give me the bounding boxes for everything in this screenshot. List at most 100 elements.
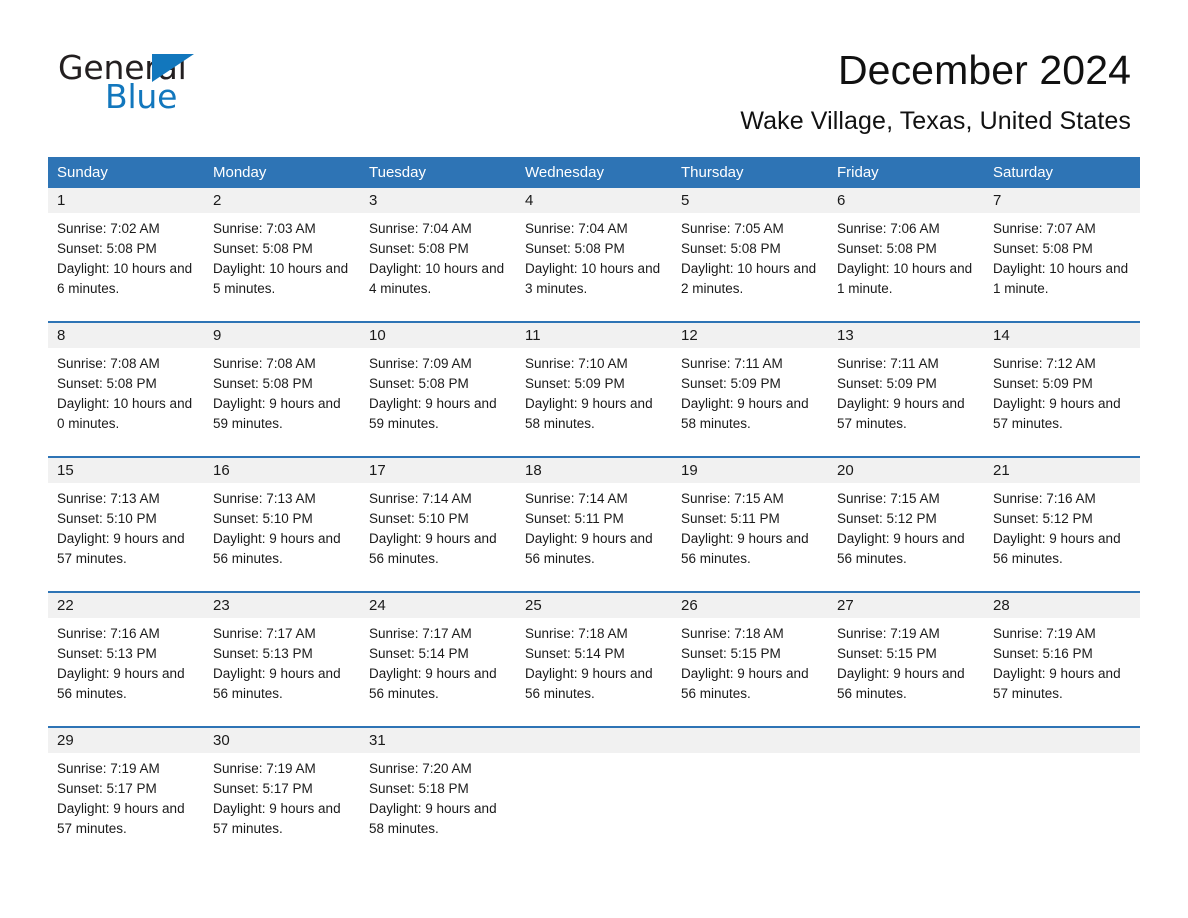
sunrise-text: Sunrise: 7:09 AM (369, 356, 472, 371)
day-cell[interactable]: 16 Sunrise: 7:13 AM Sunset: 5:10 PM Dayl… (204, 458, 360, 591)
day-details: Sunrise: 7:11 AM Sunset: 5:09 PM Dayligh… (672, 348, 828, 434)
day-number (672, 728, 828, 753)
day-cell[interactable]: 6 Sunrise: 7:06 AM Sunset: 5:08 PM Dayli… (828, 188, 984, 321)
sunrise-text: Sunrise: 7:19 AM (837, 626, 940, 641)
daylight-text: Daylight: 9 hours and 57 minutes. (993, 666, 1121, 701)
sunset-text: Sunset: 5:08 PM (213, 241, 313, 256)
daylight-text: Daylight: 9 hours and 58 minutes. (525, 396, 653, 431)
sunrise-text: Sunrise: 7:11 AM (837, 356, 939, 371)
day-cell[interactable]: 30 Sunrise: 7:19 AM Sunset: 5:17 PM Dayl… (204, 728, 360, 861)
day-number (516, 728, 672, 753)
sunset-text: Sunset: 5:11 PM (681, 511, 780, 526)
sunset-text: Sunset: 5:13 PM (57, 646, 157, 661)
day-cell[interactable]: 8 Sunrise: 7:08 AM Sunset: 5:08 PM Dayli… (48, 323, 204, 456)
day-cell[interactable]: 22 Sunrise: 7:16 AM Sunset: 5:13 PM Dayl… (48, 593, 204, 726)
sunrise-text: Sunrise: 7:18 AM (525, 626, 628, 641)
day-cell[interactable]: 27 Sunrise: 7:19 AM Sunset: 5:15 PM Dayl… (828, 593, 984, 726)
weekday-header-row: Sunday Monday Tuesday Wednesday Thursday… (48, 157, 1140, 188)
sunset-text: Sunset: 5:10 PM (57, 511, 157, 526)
daylight-text: Daylight: 9 hours and 56 minutes. (681, 531, 809, 566)
sunrise-text: Sunrise: 7:16 AM (993, 491, 1096, 506)
day-details: Sunrise: 7:14 AM Sunset: 5:10 PM Dayligh… (360, 483, 516, 569)
day-details: Sunrise: 7:12 AM Sunset: 5:09 PM Dayligh… (984, 348, 1140, 434)
title-block: December 2024 Wake Village, Texas, Unite… (740, 44, 1131, 136)
day-number: 20 (828, 458, 984, 483)
day-cell[interactable]: 1 Sunrise: 7:02 AM Sunset: 5:08 PM Dayli… (48, 188, 204, 321)
day-cell[interactable]: 5 Sunrise: 7:05 AM Sunset: 5:08 PM Dayli… (672, 188, 828, 321)
day-cell[interactable]: 9 Sunrise: 7:08 AM Sunset: 5:08 PM Dayli… (204, 323, 360, 456)
day-cell[interactable]: 7 Sunrise: 7:07 AM Sunset: 5:08 PM Dayli… (984, 188, 1140, 321)
sunrise-text: Sunrise: 7:04 AM (525, 221, 628, 236)
day-cell[interactable]: 31 Sunrise: 7:20 AM Sunset: 5:18 PM Dayl… (360, 728, 516, 861)
day-cell[interactable]: 12 Sunrise: 7:11 AM Sunset: 5:09 PM Dayl… (672, 323, 828, 456)
day-cell[interactable]: 24 Sunrise: 7:17 AM Sunset: 5:14 PM Dayl… (360, 593, 516, 726)
general-blue-logo[interactable]: General Blue (58, 48, 318, 120)
daylight-text: Daylight: 10 hours and 1 minute. (993, 261, 1129, 296)
daylight-text: Daylight: 10 hours and 2 minutes. (681, 261, 817, 296)
daylight-text: Daylight: 10 hours and 5 minutes. (213, 261, 349, 296)
day-number: 29 (48, 728, 204, 753)
day-cell[interactable]: 21 Sunrise: 7:16 AM Sunset: 5:12 PM Dayl… (984, 458, 1140, 591)
week-row: 8 Sunrise: 7:08 AM Sunset: 5:08 PM Dayli… (48, 321, 1140, 456)
daylight-text: Daylight: 9 hours and 58 minutes. (369, 801, 497, 836)
day-cell[interactable]: 25 Sunrise: 7:18 AM Sunset: 5:14 PM Dayl… (516, 593, 672, 726)
day-cell[interactable]: 17 Sunrise: 7:14 AM Sunset: 5:10 PM Dayl… (360, 458, 516, 591)
logo-word-blue: Blue (105, 77, 178, 116)
day-number: 14 (984, 323, 1140, 348)
sunset-text: Sunset: 5:11 PM (525, 511, 624, 526)
day-details: Sunrise: 7:19 AM Sunset: 5:16 PM Dayligh… (984, 618, 1140, 704)
page-title: December 2024 (837, 47, 1131, 93)
sunset-text: Sunset: 5:14 PM (369, 646, 469, 661)
day-number: 19 (672, 458, 828, 483)
day-number: 25 (516, 593, 672, 618)
sunrise-text: Sunrise: 7:12 AM (993, 356, 1096, 371)
page-subtitle: Wake Village, Texas, United States (740, 107, 1131, 135)
day-cell[interactable]: 23 Sunrise: 7:17 AM Sunset: 5:13 PM Dayl… (204, 593, 360, 726)
daylight-text: Daylight: 9 hours and 57 minutes. (57, 531, 185, 566)
sunrise-text: Sunrise: 7:16 AM (57, 626, 160, 641)
day-cell[interactable]: 20 Sunrise: 7:15 AM Sunset: 5:12 PM Dayl… (828, 458, 984, 591)
sunset-text: Sunset: 5:09 PM (837, 376, 937, 391)
day-cell[interactable]: 15 Sunrise: 7:13 AM Sunset: 5:10 PM Dayl… (48, 458, 204, 591)
sunrise-text: Sunrise: 7:20 AM (369, 761, 472, 776)
day-cell[interactable]: 28 Sunrise: 7:19 AM Sunset: 5:16 PM Dayl… (984, 593, 1140, 726)
day-cell[interactable]: 14 Sunrise: 7:12 AM Sunset: 5:09 PM Dayl… (984, 323, 1140, 456)
sunset-text: Sunset: 5:09 PM (525, 376, 625, 391)
weekday-header-saturday: Saturday (993, 164, 1054, 181)
day-cell[interactable]: 3 Sunrise: 7:04 AM Sunset: 5:08 PM Dayli… (360, 188, 516, 321)
sunset-text: Sunset: 5:10 PM (369, 511, 469, 526)
sunset-text: Sunset: 5:13 PM (213, 646, 313, 661)
day-details: Sunrise: 7:17 AM Sunset: 5:14 PM Dayligh… (360, 618, 516, 704)
day-details: Sunrise: 7:10 AM Sunset: 5:09 PM Dayligh… (516, 348, 672, 434)
daylight-text: Daylight: 9 hours and 58 minutes. (681, 396, 809, 431)
sunset-text: Sunset: 5:09 PM (681, 376, 781, 391)
day-details: Sunrise: 7:17 AM Sunset: 5:13 PM Dayligh… (204, 618, 360, 704)
day-cell[interactable]: 26 Sunrise: 7:18 AM Sunset: 5:15 PM Dayl… (672, 593, 828, 726)
sunset-text: Sunset: 5:09 PM (993, 376, 1093, 391)
daylight-text: Daylight: 10 hours and 4 minutes. (369, 261, 505, 296)
day-cell[interactable]: 2 Sunrise: 7:03 AM Sunset: 5:08 PM Dayli… (204, 188, 360, 321)
weekday-header-monday: Monday (213, 164, 267, 181)
day-cell[interactable]: 29 Sunrise: 7:19 AM Sunset: 5:17 PM Dayl… (48, 728, 204, 861)
day-cell[interactable]: 4 Sunrise: 7:04 AM Sunset: 5:08 PM Dayli… (516, 188, 672, 321)
daylight-text: Daylight: 9 hours and 56 minutes. (993, 531, 1121, 566)
sunset-text: Sunset: 5:08 PM (213, 376, 313, 391)
day-details: Sunrise: 7:15 AM Sunset: 5:12 PM Dayligh… (828, 483, 984, 569)
day-cell[interactable]: 18 Sunrise: 7:14 AM Sunset: 5:11 PM Dayl… (516, 458, 672, 591)
day-cell[interactable]: 10 Sunrise: 7:09 AM Sunset: 5:08 PM Dayl… (360, 323, 516, 456)
day-cell[interactable]: 13 Sunrise: 7:11 AM Sunset: 5:09 PM Dayl… (828, 323, 984, 456)
daylight-text: Daylight: 9 hours and 59 minutes. (213, 396, 341, 431)
sunset-text: Sunset: 5:08 PM (57, 241, 157, 256)
day-number: 6 (828, 188, 984, 213)
day-number: 2 (204, 188, 360, 213)
daylight-text: Daylight: 9 hours and 57 minutes. (213, 801, 341, 836)
day-cell[interactable]: 19 Sunrise: 7:15 AM Sunset: 5:11 PM Dayl… (672, 458, 828, 591)
sunrise-text: Sunrise: 7:14 AM (369, 491, 472, 506)
sunset-text: Sunset: 5:08 PM (57, 376, 157, 391)
week-row: 22 Sunrise: 7:16 AM Sunset: 5:13 PM Dayl… (48, 591, 1140, 726)
day-details: Sunrise: 7:20 AM Sunset: 5:18 PM Dayligh… (360, 753, 516, 839)
page-header: General Blue December 2024 Wake Village,… (0, 0, 1188, 155)
day-cell[interactable]: 11 Sunrise: 7:10 AM Sunset: 5:09 PM Dayl… (516, 323, 672, 456)
day-number: 18 (516, 458, 672, 483)
day-number: 21 (984, 458, 1140, 483)
